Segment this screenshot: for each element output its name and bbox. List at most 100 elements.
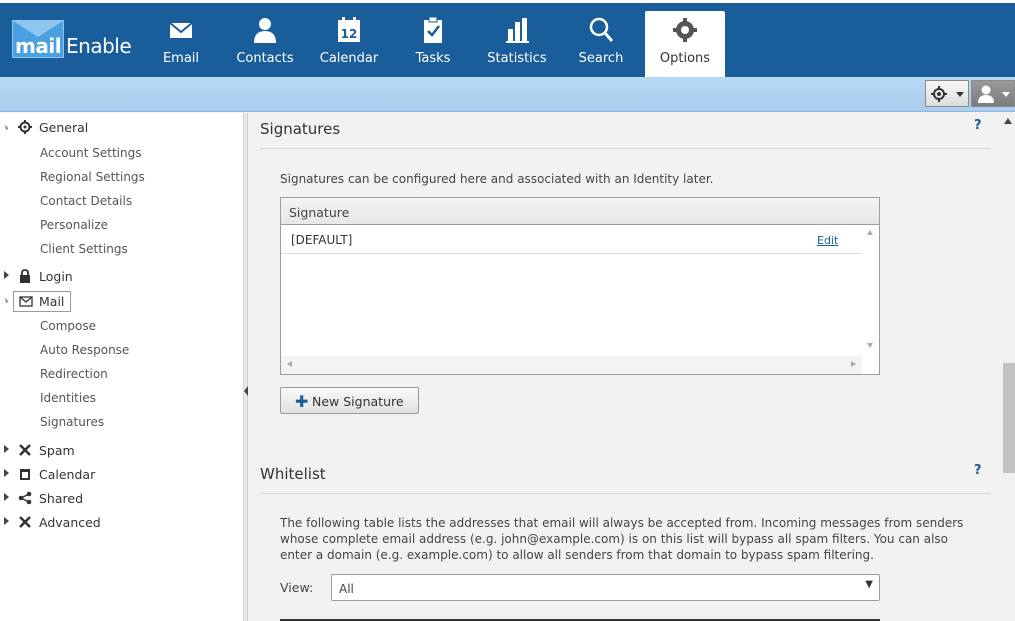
share-icon (18, 491, 32, 505)
clipboard-check-icon (424, 16, 442, 43)
signatures-help-icon[interactable]: ? (974, 118, 982, 133)
sidebar-item-regional-settings[interactable]: Regional Settings (40, 170, 145, 184)
signature-column-header[interactable]: Signature (281, 198, 879, 225)
sidebar-item-signatures[interactable]: Signatures (40, 415, 104, 429)
vertical-scrollbar[interactable] (862, 225, 879, 357)
user-menu-button[interactable] (971, 80, 1015, 107)
collapse-arrow-icon[interactable] (244, 386, 248, 396)
logo-text-mail: mail (15, 34, 62, 58)
options-sidebar: General Account Settings Regional Settin… (0, 113, 244, 621)
nav-options-label: Options (659, 51, 711, 66)
collapsed-arrow-icon (4, 445, 9, 453)
nav-statistics[interactable]: Statistics (477, 11, 557, 77)
sidebar-item-compose[interactable]: Compose (40, 319, 96, 333)
chevron-down-icon (1002, 92, 1010, 97)
sidebar-item-auto-response[interactable]: Auto Response (40, 343, 129, 357)
nav-contacts[interactable]: Contacts (225, 11, 305, 77)
nav-search[interactable]: Search (561, 11, 641, 77)
nav-search-label: Search (578, 51, 624, 66)
nav-statistics-label: Statistics (487, 51, 547, 66)
dropdown-arrow-icon: ▼ (865, 579, 873, 590)
expanded-arrow-icon (2, 297, 9, 304)
whitelist-description-line-2: whose complete email address (e.g. john@… (280, 532, 949, 546)
sidebar-section-shared[interactable]: Shared (18, 491, 83, 506)
horizontal-scrollbar[interactable] (281, 356, 862, 374)
new-signature-label: New Signature (312, 394, 404, 409)
scrollbar-thumb[interactable] (1003, 363, 1015, 473)
nav-options[interactable]: Options (645, 11, 725, 77)
person-icon (254, 18, 276, 43)
sidebar-item-client-settings[interactable]: Client Settings (40, 242, 128, 256)
settings-menu-button[interactable] (925, 80, 969, 107)
signatures-description: Signatures can be configured here and as… (280, 172, 714, 186)
nav-tasks[interactable]: Tasks (393, 11, 473, 77)
gear-icon (673, 18, 697, 42)
avatar-icon (978, 85, 994, 103)
sidebar-item-contact-details[interactable]: Contact Details (40, 194, 132, 208)
divider (260, 493, 991, 494)
whitelist-description-line-3: enter a domain (e.g. example.com) to all… (280, 548, 874, 562)
scroll-up-icon[interactable] (1004, 118, 1012, 124)
nav-email[interactable]: Email (141, 11, 221, 77)
magnifier-icon (589, 17, 614, 42)
whitelist-description-line-1: The following table lists the addresses … (280, 516, 964, 530)
sidebar-section-mail[interactable]: Mail (13, 291, 72, 312)
chevron-down-icon (956, 92, 964, 97)
edit-signature-link[interactable]: Edit (817, 234, 838, 247)
new-signature-button[interactable]: ✚ New Signature (280, 387, 419, 414)
whitelist-heading: Whitelist (260, 465, 326, 483)
sidebar-section-label: Spam (39, 443, 75, 458)
sidebar-item-personalize[interactable]: Personalize (40, 218, 108, 232)
scroll-right-icon[interactable] (851, 361, 856, 367)
signatures-heading: Signatures (260, 120, 341, 138)
plus-icon: ✚ (295, 392, 309, 411)
sidebar-section-login[interactable]: Login (18, 269, 73, 284)
sidebar-item-redirection[interactable]: Redirection (40, 367, 108, 381)
collapsed-arrow-icon (4, 469, 9, 477)
whitelist-help-icon[interactable]: ? (974, 463, 982, 478)
svg-text:12: 12 (341, 27, 358, 41)
top-navigation-bar: mail Enable Email Contacts 12 Calendar T… (0, 0, 1015, 77)
sidebar-section-label: Login (39, 269, 73, 284)
divider (260, 148, 991, 149)
tools-icon (19, 516, 31, 528)
sidebar-splitter[interactable] (244, 113, 248, 621)
nav-calendar[interactable]: 12 Calendar (309, 11, 389, 77)
sidebar-section-advanced[interactable]: Advanced (18, 515, 101, 530)
sidebar-section-label: Calendar (39, 467, 96, 482)
options-content-panel: Signatures ? Signatures can be configure… (249, 113, 1001, 621)
table-row[interactable]: [DEFAULT] Edit (281, 225, 862, 254)
view-select-value: All (339, 582, 354, 596)
signature-name: [DEFAULT] (291, 233, 353, 247)
sidebar-item-identities[interactable]: Identities (40, 391, 96, 405)
scroll-up-icon[interactable] (867, 230, 873, 235)
envelope-icon (19, 296, 33, 307)
scroll-down-icon[interactable] (867, 343, 873, 348)
view-label: View: (280, 580, 314, 595)
nav-contacts-label: Contacts (236, 51, 294, 66)
sidebar-section-spam[interactable]: Spam (18, 443, 75, 458)
calendar-icon: 12 (338, 17, 360, 42)
nav-email-label: Email (162, 51, 200, 66)
sidebar-section-general[interactable]: General (18, 120, 88, 135)
sidebar-item-account-settings[interactable]: Account Settings (40, 146, 141, 160)
sidebar-section-calendar[interactable]: Calendar (18, 467, 95, 482)
logo-text-enable: Enable (66, 34, 132, 58)
mailenable-logo: mail Enable (12, 20, 132, 62)
sidebar-section-label: General (39, 120, 89, 135)
sidebar-section-label: Shared (39, 491, 84, 506)
collapsed-arrow-icon (4, 493, 9, 501)
view-select[interactable]: All ▼ (331, 574, 880, 601)
calendar-icon (20, 469, 30, 480)
gear-icon (931, 86, 947, 102)
lock-icon (20, 269, 30, 283)
expanded-arrow-icon (2, 124, 9, 131)
collapsed-arrow-icon (4, 517, 9, 525)
sidebar-section-label: Advanced (39, 515, 101, 530)
collapsed-arrow-icon (4, 271, 9, 279)
sidebar-section-label: Mail (39, 294, 65, 309)
envelope-icon (169, 22, 193, 38)
scroll-left-icon[interactable] (287, 361, 292, 367)
gear-icon (18, 120, 32, 134)
page-scrollbar[interactable] (1001, 113, 1015, 621)
